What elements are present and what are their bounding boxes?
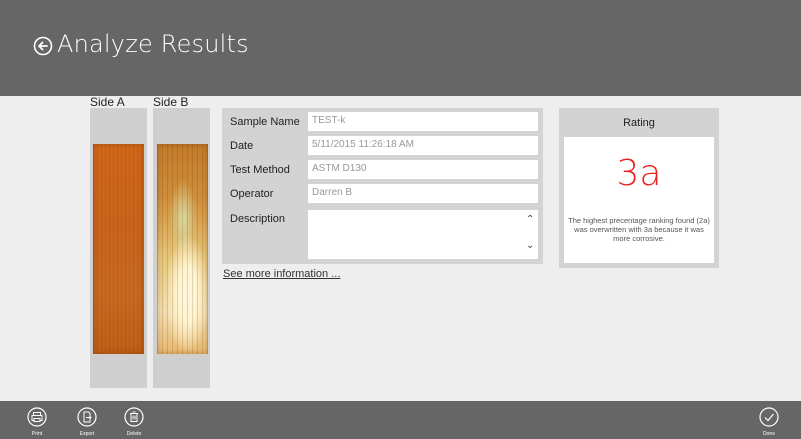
date-field[interactable]: 5/11/2015 11:26:18 AM: [308, 136, 538, 155]
delete-button[interactable]: Delete: [116, 401, 152, 439]
sample-name-label: Sample Name: [230, 116, 300, 128]
done-label: Done: [763, 431, 775, 437]
rating-note: The highest precentage ranking found (2a…: [568, 216, 710, 243]
rating-title: Rating: [623, 117, 655, 129]
export-button[interactable]: Export: [69, 401, 105, 439]
printer-icon: [27, 407, 47, 427]
test-method-field[interactable]: ASTM D130: [308, 160, 538, 179]
export-document-icon: [77, 407, 97, 427]
rating-value: 3a: [616, 153, 662, 194]
print-button[interactable]: Print: [19, 401, 55, 439]
operator-label: Operator: [230, 188, 274, 200]
description-field[interactable]: [308, 210, 538, 259]
sample-info-panel: Sample Name TEST-k Date 5/11/2015 11:26:…: [222, 108, 543, 264]
delete-label: Delete: [126, 431, 142, 437]
app-bar: Print Export Delete Done: [0, 401, 801, 439]
back-arrow-circle-icon[interactable]: [33, 36, 53, 56]
side-b-strip-image: [157, 144, 208, 354]
page-header: Analyze Results: [0, 0, 801, 96]
rating-card: 3a The highest precentage ranking found …: [564, 137, 714, 263]
side-a-label: Side A: [90, 95, 125, 109]
checkmark-circle-icon: [759, 407, 779, 427]
rating-panel: Rating 3a The highest precentage ranking…: [559, 108, 719, 268]
trash-icon: [124, 407, 144, 427]
side-a-strip-image: [93, 144, 144, 354]
scroll-down-icon[interactable]: ⌄: [526, 240, 540, 251]
sample-name-field[interactable]: TEST-k: [308, 112, 538, 131]
description-label: Description: [230, 213, 286, 225]
print-label: Print: [31, 431, 43, 437]
export-label: Export: [79, 431, 95, 437]
page-title: Analyze Results: [57, 30, 249, 58]
test-method-label: Test Method: [230, 164, 290, 176]
scroll-up-icon[interactable]: ⌃: [526, 214, 540, 225]
date-label: Date: [230, 140, 254, 152]
done-button[interactable]: Done: [751, 401, 787, 439]
operator-field[interactable]: Darren B: [308, 184, 538, 203]
see-more-information-link[interactable]: See more information ...: [223, 268, 340, 280]
side-b-label: Side B: [153, 95, 189, 109]
